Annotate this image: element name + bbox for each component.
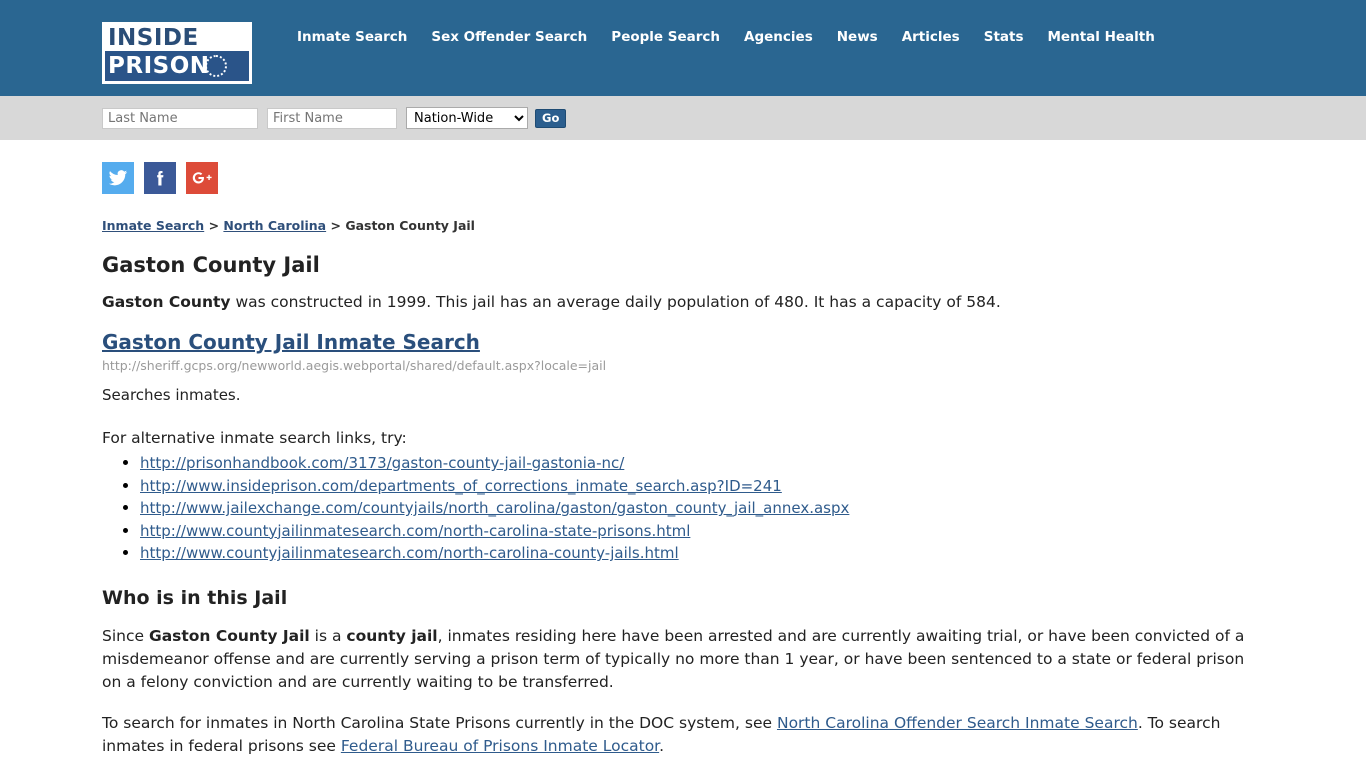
nav-stats[interactable]: Stats xyxy=(972,27,1036,47)
who-bold-jail-name: Gaston County Jail xyxy=(148,626,310,645)
who-text-1: Since xyxy=(102,626,149,645)
list-item: http://prisonhandbook.com/3173/gaston-co… xyxy=(140,452,1264,475)
doc-text-1: To search for inmates in North Carolina … xyxy=(102,713,777,732)
twitter-icon[interactable] xyxy=(102,162,134,194)
inmate-search-url: http://sheriff.gcps.org/newworld.aegis.w… xyxy=(102,358,607,373)
list-item: http://www.countyjailinmatesearch.com/no… xyxy=(140,542,1264,565)
logo-text-prison: PRISON xyxy=(105,51,249,81)
jail-intro-paragraph: Gaston County was constructed in 1999. T… xyxy=(102,291,1264,314)
jail-intro-bold: Gaston County xyxy=(102,293,231,311)
nav-news[interactable]: News xyxy=(825,27,890,47)
doc-text-3: . xyxy=(659,736,665,755)
breadcrumb-separator-1: > xyxy=(204,218,224,233)
logo-prison-label: PRISON xyxy=(108,53,210,79)
breadcrumb-link-north-carolina[interactable]: North Carolina xyxy=(223,218,326,233)
go-button[interactable]: Go xyxy=(535,108,567,128)
main-navigation: Inmate Search Sex Offender Search People… xyxy=(285,27,1167,47)
social-share-row xyxy=(102,140,1264,204)
page-title: Gaston County Jail xyxy=(102,253,320,277)
site-logo[interactable]: INSIDE PRISON xyxy=(102,22,252,84)
first-name-input[interactable] xyxy=(267,107,397,129)
alternatives-intro: For alternative inmate search links, try… xyxy=(102,429,407,447)
facebook-icon[interactable] xyxy=(144,162,176,194)
nav-articles[interactable]: Articles xyxy=(890,27,972,47)
barbed-wire-ring-icon xyxy=(205,55,227,77)
site-header: INSIDE PRISON Inmate Search Sex Offender… xyxy=(0,0,1366,96)
alternative-link[interactable]: http://www.insideprison.com/departments_… xyxy=(140,477,782,495)
search-description: Searches inmates. xyxy=(102,386,241,404)
list-item: http://www.countyjailinmatesearch.com/no… xyxy=(140,520,1264,543)
alternative-link[interactable]: http://prisonhandbook.com/3173/gaston-co… xyxy=(140,454,624,472)
list-item: http://www.insideprison.com/departments_… xyxy=(140,475,1264,498)
page-content: Inmate Search > North Carolina > Gaston … xyxy=(0,140,1366,758)
logo-text-inside: INSIDE xyxy=(105,25,249,51)
nav-sex-offender-search[interactable]: Sex Offender Search xyxy=(419,27,599,47)
nav-inmate-search[interactable]: Inmate Search xyxy=(285,27,419,47)
breadcrumb-current: Gaston County Jail xyxy=(345,218,475,233)
nav-agencies[interactable]: Agencies xyxy=(732,27,825,47)
region-select[interactable]: Nation-Wide xyxy=(406,107,528,129)
bop-inmate-locator-link[interactable]: Federal Bureau of Prisons Inmate Locator xyxy=(341,737,659,755)
nav-mental-health[interactable]: Mental Health xyxy=(1036,27,1167,47)
nc-offender-search-link[interactable]: North Carolina Offender Search Inmate Se… xyxy=(777,714,1138,732)
alternative-links-list: http://prisonhandbook.com/3173/gaston-co… xyxy=(102,452,1264,565)
who-is-in-this-jail-paragraph: Since Gaston County Jail is a county jai… xyxy=(102,625,1264,694)
alternative-link[interactable]: http://www.countyjailinmatesearch.com/no… xyxy=(140,544,679,562)
inmate-search-link[interactable]: Gaston County Jail Inmate Search xyxy=(102,330,480,354)
doc-search-paragraph: To search for inmates in North Carolina … xyxy=(102,712,1264,758)
alternative-link[interactable]: http://www.countyjailinmatesearch.com/no… xyxy=(140,522,690,540)
who-text-2: is a xyxy=(309,626,347,645)
inmate-search-heading: Gaston County Jail Inmate Search xyxy=(102,330,1264,354)
who-bold-county-jail: county jail xyxy=(346,626,438,645)
who-is-in-this-jail-heading: Who is in this Jail xyxy=(102,586,288,609)
list-item: http://www.jailexchange.com/countyjails/… xyxy=(140,497,1264,520)
jail-intro-rest: was constructed in 1999. This jail has a… xyxy=(230,293,1001,311)
breadcrumb: Inmate Search > North Carolina > Gaston … xyxy=(102,204,1264,235)
nav-people-search[interactable]: People Search xyxy=(599,27,732,47)
last-name-input[interactable] xyxy=(102,107,258,129)
quick-search-bar: Nation-Wide Go xyxy=(0,96,1366,140)
google-plus-icon[interactable] xyxy=(186,162,218,194)
header-inner: INSIDE PRISON Inmate Search Sex Offender… xyxy=(0,0,1366,96)
breadcrumb-link-inmate-search[interactable]: Inmate Search xyxy=(102,218,204,233)
alternative-link[interactable]: http://www.jailexchange.com/countyjails/… xyxy=(140,499,849,517)
breadcrumb-separator-2: > xyxy=(326,218,346,233)
